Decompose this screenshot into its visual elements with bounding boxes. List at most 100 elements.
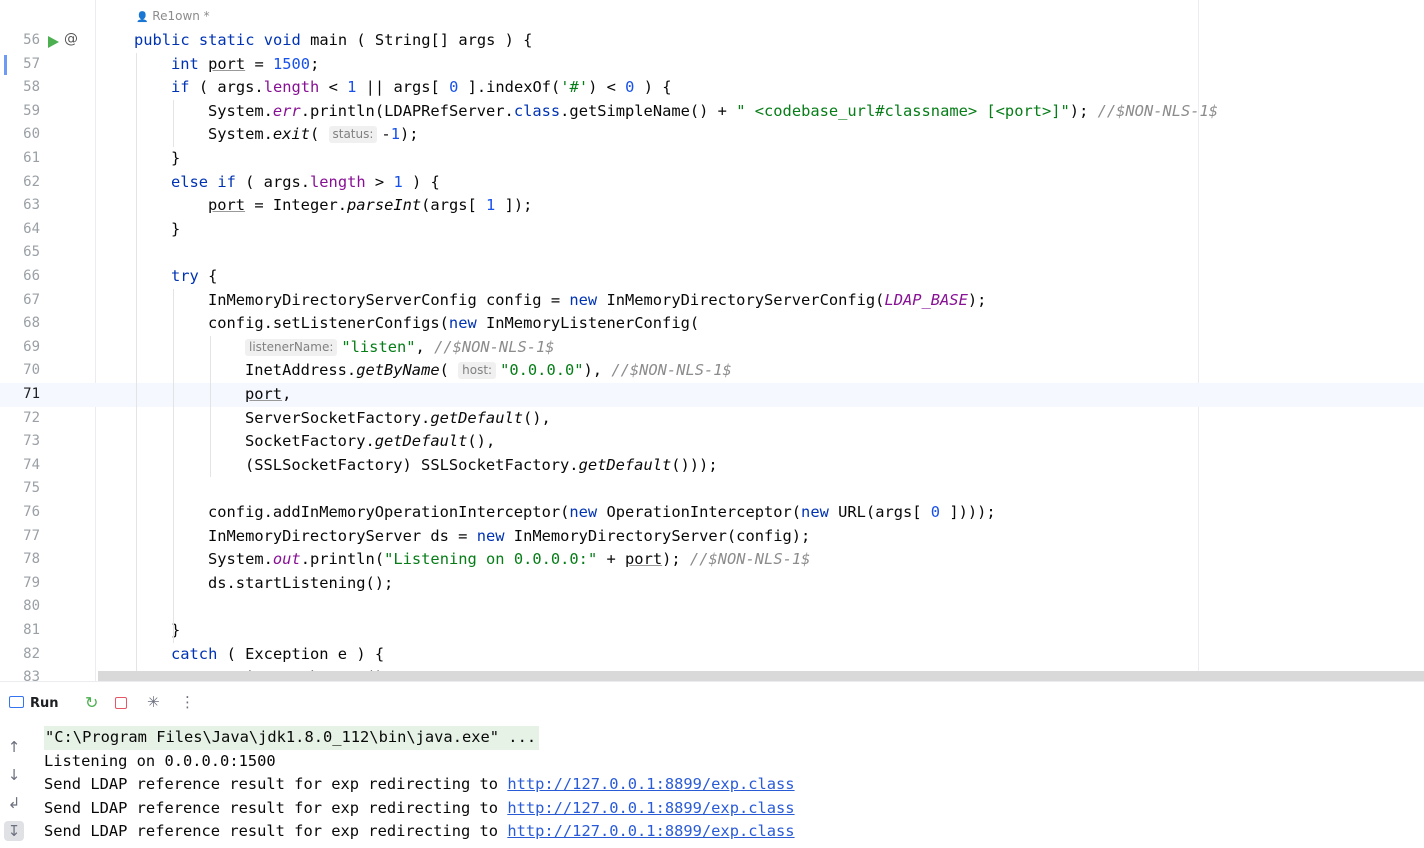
line-number[interactable]: 66 — [0, 265, 40, 289]
code-text[interactable]: public static void main ( String[] args … — [134, 29, 532, 53]
code-line[interactable]: 63 port = Integer.parseInt(args[ 1 ]); — [0, 194, 1424, 218]
code-line[interactable]: 68 config.setListenerConfigs(new InMemory… — [0, 312, 1424, 336]
code-line[interactable]: 77 InMemoryDirectoryServer ds = new InMem… — [0, 525, 1424, 549]
code-line[interactable]: 58 if ( args.length < 1 || args[ 0 ].inde… — [0, 76, 1424, 100]
code-text[interactable]: } — [171, 147, 180, 171]
console-output[interactable]: "C:\Program Files\Java\jdk1.8.0_112\bin\… — [44, 726, 795, 844]
line-number[interactable]: 65 — [0, 241, 40, 265]
code-line[interactable]: 59 System.err.println(LDAPRefServer.class… — [0, 100, 1424, 124]
code-line[interactable]: 75 — [0, 477, 1424, 501]
override-at-icon[interactable]: @ — [64, 31, 78, 47]
code-line[interactable]: 69 listenerName: "listen", //$NON-NLS-1$ — [0, 336, 1424, 360]
debug-icon[interactable]: ✳ — [147, 693, 160, 711]
indent-guide — [210, 335, 211, 478]
arrow-down-icon[interactable]: ↓ — [4, 765, 24, 785]
line-number[interactable]: 83 — [0, 666, 40, 681]
line-number[interactable]: 62 — [0, 171, 40, 195]
code-line[interactable]: 80 — [0, 595, 1424, 619]
line-number[interactable]: 77 — [0, 525, 40, 549]
line-number[interactable]: 71 — [0, 383, 40, 407]
line-number[interactable]: 63 — [0, 194, 40, 218]
code-text[interactable]: config.addInMemoryOperationInterceptor(n… — [208, 501, 996, 525]
scroll-to-end-icon[interactable]: ↧ — [4, 821, 24, 841]
line-number[interactable]: 79 — [0, 572, 40, 596]
code-text[interactable]: ServerSocketFactory.getDefault(), — [245, 407, 551, 431]
horizontal-scrollbar[interactable] — [98, 671, 1424, 681]
code-text[interactable]: config.setListenerConfigs(new InMemoryLi… — [208, 312, 699, 336]
line-number[interactable]: 75 — [0, 477, 40, 501]
line-number[interactable]: 78 — [0, 548, 40, 572]
console-link[interactable]: http://127.0.0.1:8899/exp.class — [507, 822, 794, 840]
code-line[interactable]: 64} — [0, 218, 1424, 242]
console-send-line: Send LDAP reference result for exp redir… — [44, 822, 795, 841]
code-text[interactable]: System.exit( status: -1); — [208, 123, 419, 147]
run-tool-window: Run ↻ ✳ ⋮ ↑ ↓ ↲ ↧ "C:\Program Files\Java… — [0, 681, 1424, 848]
line-number[interactable]: 67 — [0, 289, 40, 313]
more-icon[interactable]: ⋮ — [180, 693, 195, 711]
code-text[interactable]: (SSLSocketFactory) SSLSocketFactory.getD… — [245, 454, 718, 478]
code-text[interactable]: int port = 1500; — [171, 53, 319, 77]
line-number[interactable]: 61 — [0, 147, 40, 171]
line-number[interactable]: 64 — [0, 218, 40, 242]
code-line[interactable]: 62 else if ( args.length > 1 ) { — [0, 171, 1424, 195]
arrow-up-icon[interactable]: ↑ — [4, 737, 24, 757]
code-text[interactable]: port = Integer.parseInt(args[ 1 ]); — [208, 194, 532, 218]
line-number[interactable]: 76 — [0, 501, 40, 525]
author-inlay-hint[interactable]: 👤 Re1own * — [136, 9, 210, 23]
code-line[interactable]: 56 public static void main ( String[] arg… — [0, 29, 1424, 53]
code-editor[interactable]: 👤 Re1own * 56 public static void main ( S… — [0, 0, 1424, 681]
code-text[interactable]: listenerName: "listen", //$NON-NLS-1$ — [245, 336, 555, 360]
code-line[interactable]: 73 SocketFactory.getDefault(), — [0, 430, 1424, 454]
vcs-change-marker[interactable] — [4, 55, 7, 75]
code-text[interactable]: } — [171, 218, 180, 242]
tab-run[interactable]: Run — [30, 696, 59, 711]
code-line[interactable]: 67 InMemoryDirectoryServerConfig config =… — [0, 289, 1424, 313]
code-text[interactable]: SocketFactory.getDefault(), — [245, 430, 495, 454]
code-line[interactable]: 74 (SSLSocketFactory) SSLSocketFactory.ge… — [0, 454, 1424, 478]
line-number[interactable]: 68 — [0, 312, 40, 336]
line-number[interactable]: 72 — [0, 407, 40, 431]
code-text[interactable]: if ( args.length < 1 || args[ 0 ].indexO… — [171, 76, 672, 100]
line-number[interactable]: 60 — [0, 123, 40, 147]
code-text[interactable]: port, — [245, 383, 291, 407]
console-link[interactable]: http://127.0.0.1:8899/exp.class — [507, 799, 794, 817]
code-line[interactable]: 82 catch ( Exception e ) { — [0, 643, 1424, 667]
code-text[interactable]: ds.startListening(); — [208, 572, 393, 596]
line-number[interactable]: 74 — [0, 454, 40, 478]
code-text[interactable]: catch ( Exception e ) { — [171, 643, 384, 667]
code-line[interactable]: 78 System.out.println("Listening on 0.0.0… — [0, 548, 1424, 572]
code-line[interactable]: 76 config.addInMemoryOperationInterceptor… — [0, 501, 1424, 525]
run-gutter-icon[interactable] — [48, 36, 59, 48]
code-line[interactable]: 57 int port = 1500; — [0, 53, 1424, 77]
code-text[interactable]: InMemoryDirectoryServerConfig config = n… — [208, 289, 986, 313]
code-text[interactable]: System.err.println(LDAPRefServer.class.g… — [208, 100, 1218, 124]
code-line[interactable]: 71 port, — [0, 383, 1424, 407]
console-link[interactable]: http://127.0.0.1:8899/exp.class — [507, 775, 794, 793]
run-window-icon[interactable] — [9, 696, 24, 708]
line-number[interactable]: 80 — [0, 595, 40, 619]
code-line[interactable]: 61} — [0, 147, 1424, 171]
code-line[interactable]: 65 — [0, 241, 1424, 265]
code-line[interactable]: 66 try { — [0, 265, 1424, 289]
line-number[interactable]: 81 — [0, 619, 40, 643]
rerun-icon[interactable]: ↻ — [85, 693, 98, 712]
line-number[interactable]: 58 — [0, 76, 40, 100]
code-line[interactable]: 70 InetAddress.getByName( host: "0.0.0.0")… — [0, 359, 1424, 383]
code-line[interactable]: 72 ServerSocketFactory.getDefault(), — [0, 407, 1424, 431]
soft-wrap-icon[interactable]: ↲ — [4, 793, 24, 813]
code-line[interactable]: 60 System.exit( status: -1); — [0, 123, 1424, 147]
line-number[interactable]: 73 — [0, 430, 40, 454]
line-number[interactable]: 56 — [0, 29, 40, 53]
code-text[interactable]: System.out.println("Listening on 0.0.0.0… — [208, 548, 810, 572]
line-number[interactable]: 69 — [0, 336, 40, 360]
stop-icon[interactable] — [115, 697, 127, 709]
line-number[interactable]: 59 — [0, 100, 40, 124]
code-text[interactable]: else if ( args.length > 1 ) { — [171, 171, 440, 195]
code-text[interactable]: InetAddress.getByName( host: "0.0.0.0"), … — [245, 359, 732, 383]
line-number[interactable]: 82 — [0, 643, 40, 667]
line-number[interactable]: 70 — [0, 359, 40, 383]
code-line[interactable]: 79 ds.startListening(); — [0, 572, 1424, 596]
code-text[interactable]: try { — [171, 265, 217, 289]
code-line[interactable]: 81} — [0, 619, 1424, 643]
code-text[interactable]: InMemoryDirectoryServer ds = new InMemor… — [208, 525, 810, 549]
